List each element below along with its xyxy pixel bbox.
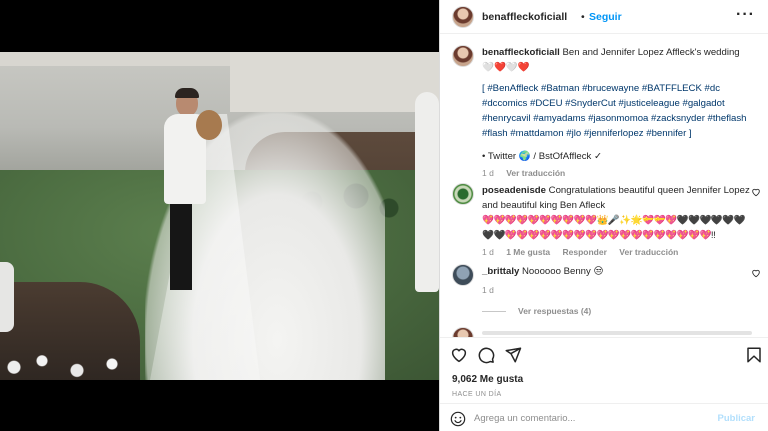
view-replies-button[interactable]: Ver respuestas (4) bbox=[482, 306, 591, 316]
heart-icon[interactable] bbox=[450, 346, 468, 364]
comment-likes[interactable]: 1 Me gusta bbox=[506, 247, 550, 257]
comments-list[interactable]: benaffleckoficiall Ben and Jennifer Lope… bbox=[440, 35, 768, 337]
commenter-avatar[interactable] bbox=[452, 183, 474, 205]
comment-like-heart-icon[interactable] bbox=[751, 187, 761, 197]
comment-composer: Publicar bbox=[440, 403, 768, 431]
more-options-icon[interactable]: ··· bbox=[736, 6, 755, 24]
caption-source: • Twitter 🌍 / BstOfAffleck ✓ bbox=[482, 151, 603, 162]
comment-text: Noooooo Benny 😒 bbox=[522, 266, 604, 277]
comment-icon[interactable] bbox=[477, 346, 495, 364]
caption-username[interactable]: benaffleckoficiall bbox=[482, 47, 560, 58]
likes-count[interactable]: 9,062 Me gusta bbox=[452, 374, 523, 385]
replies-divider bbox=[482, 311, 506, 313]
commenter-avatar[interactable] bbox=[452, 264, 474, 286]
caption-hearts: 🤍❤️🤍❤️ bbox=[482, 62, 530, 73]
caption-hashtags[interactable]: [ #BenAffleck #Batman #brucewayne #BATFF… bbox=[482, 81, 752, 141]
author-avatar[interactable] bbox=[452, 6, 474, 28]
comment-input[interactable] bbox=[474, 410, 694, 426]
comment-reply-button[interactable]: Responder bbox=[563, 247, 607, 257]
caption-translate-link[interactable]: Ver traducción bbox=[506, 168, 565, 178]
comment-like-heart-icon[interactable] bbox=[751, 268, 761, 278]
post-media[interactable] bbox=[0, 0, 439, 431]
follow-button[interactable]: Seguir bbox=[589, 11, 622, 23]
action-bar bbox=[440, 337, 768, 373]
author-username[interactable]: benaffleckoficiall bbox=[482, 11, 567, 23]
comment-username[interactable]: poseadenisde bbox=[482, 185, 546, 196]
separator-dot: • bbox=[581, 11, 585, 23]
post-side-panel: benaffleckoficiall • Seguir ··· benaffle… bbox=[439, 0, 768, 431]
view-replies-label: Ver respuestas (4) bbox=[518, 306, 592, 316]
caption-text: Ben and Jennifer Lopez Affleck's wedding bbox=[562, 47, 740, 58]
post-header: benaffleckoficiall • Seguir ··· bbox=[440, 0, 768, 34]
comment-time[interactable]: 1 d bbox=[482, 285, 494, 295]
comment-username[interactable]: _brittaly bbox=[482, 266, 519, 277]
wedding-photo bbox=[0, 52, 439, 380]
share-icon[interactable] bbox=[504, 346, 522, 364]
comment-translate-link[interactable]: Ver traducción bbox=[619, 247, 678, 257]
emoji-icon[interactable] bbox=[450, 411, 466, 427]
post-date[interactable]: HACE UN DÍA bbox=[452, 391, 502, 398]
caption-time[interactable]: 1 d bbox=[482, 168, 494, 178]
publish-button[interactable]: Publicar bbox=[718, 413, 756, 424]
comment-time[interactable]: 1 d bbox=[482, 247, 494, 257]
bookmark-icon[interactable] bbox=[745, 346, 763, 364]
comment-emojis: 💖💖💖💖💖💖💖💖💖💖👑🎤✨🌟💝💝💖🖤🖤🖤🖤🖤🖤🖤🖤💖💖💖💖💖💖💖💖💖💖💖💖💖💖💖… bbox=[482, 215, 746, 241]
caption-avatar[interactable] bbox=[452, 45, 474, 67]
